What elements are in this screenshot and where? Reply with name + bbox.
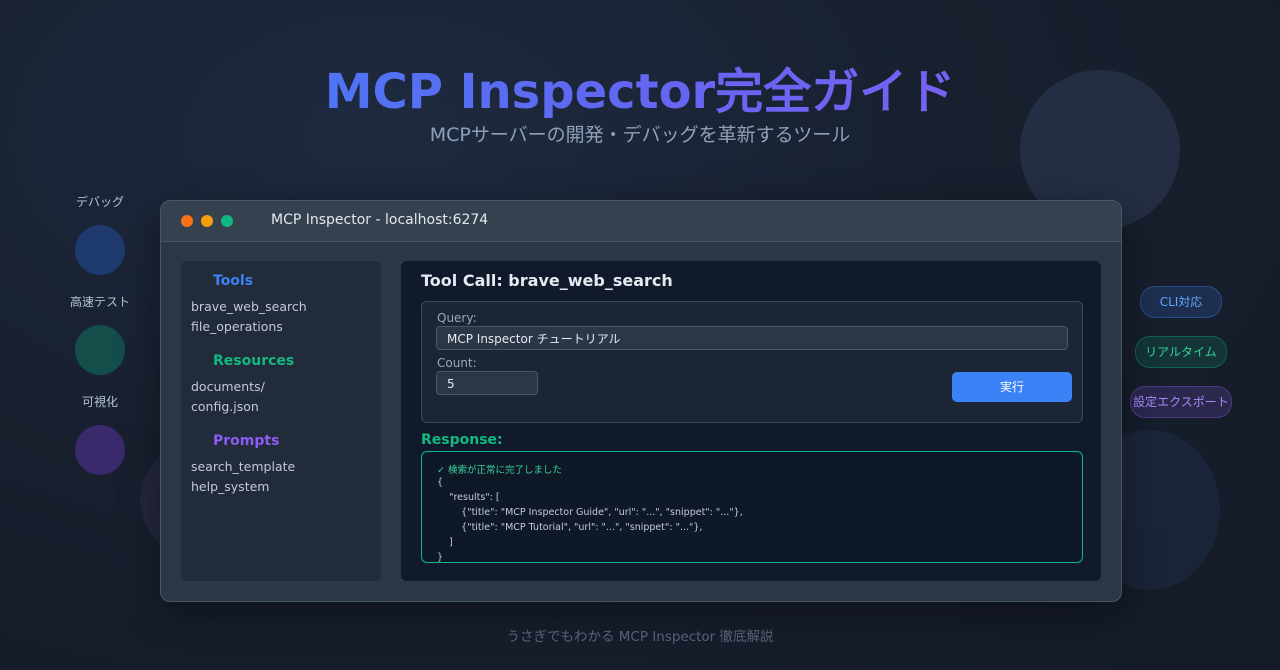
response-line: {"title": "MCP Tutorial", "url": "...", … — [437, 522, 703, 533]
visualize-icon — [75, 425, 125, 475]
maximize-window-button[interactable] — [221, 215, 233, 227]
sidebar-heading-prompts: Prompts — [213, 433, 280, 449]
hero-title: MCP Inspector完全ガイド — [0, 52, 1280, 122]
response-line: ] — [437, 537, 453, 548]
response-line: "results": [ — [437, 492, 500, 503]
window-titlebar: MCP Inspector - localhost:6274 — [161, 201, 1121, 242]
sidebar-item-config-json[interactable]: config.json — [191, 399, 259, 414]
badge-config-export: 設定エクスポート — [1130, 386, 1232, 418]
sidebar-heading-tools: Tools — [213, 273, 254, 289]
debug-icon — [75, 225, 125, 275]
sidebar-item-help-system[interactable]: help_system — [191, 479, 269, 494]
fast-test-icon — [75, 325, 125, 375]
response-label: Response: — [421, 432, 503, 448]
badge-realtime: リアルタイム — [1135, 336, 1227, 368]
close-window-button[interactable] — [181, 215, 193, 227]
window-title: MCP Inspector - localhost:6274 — [271, 212, 489, 228]
count-label: Count: — [437, 356, 477, 370]
sidebar-item-file-operations[interactable]: file_operations — [191, 319, 283, 334]
response-line: } — [437, 552, 444, 563]
response-output: ✓ 検索が正常に完了しました { "results": [ {"title": … — [421, 451, 1083, 563]
app-window: MCP Inspector - localhost:6274 Tools bra… — [160, 200, 1122, 602]
sidebar-heading-resources: Resources — [213, 353, 295, 369]
response-line: {"title": "MCP Inspector Guide", "url": … — [437, 507, 743, 518]
sidebar-item-documents[interactable]: documents/ — [191, 379, 265, 394]
sidebar-item-search-template[interactable]: search_template — [191, 459, 295, 474]
query-label: Query: — [437, 311, 477, 325]
sidebar-item-brave-web-search[interactable]: brave_web_search — [191, 299, 307, 314]
count-input[interactable]: 5 — [436, 371, 538, 395]
tool-call-panel: Tool Call: brave_web_search Query: MCP I… — [401, 261, 1101, 581]
tool-call-form: Query: MCP Inspector チュートリアル Count: 5 実行 — [421, 301, 1083, 423]
sidebar: Tools brave_web_search file_operations R… — [181, 261, 381, 581]
badge-cli-support: CLI対応 — [1140, 286, 1222, 318]
run-button[interactable]: 実行 — [952, 372, 1072, 402]
footer-caption: うさぎでもわかる MCP Inspector 徹底解説 — [506, 629, 774, 645]
tool-call-title: Tool Call: brave_web_search — [421, 271, 673, 290]
response-line: { — [437, 477, 444, 488]
response-status: ✓ 検索が正常に完了しました — [437, 465, 562, 476]
query-input[interactable]: MCP Inspector チュートリアル — [436, 326, 1068, 350]
minimize-window-button[interactable] — [201, 215, 213, 227]
hero-subtitle: MCPサーバーの開発・デバッグを革新するツール — [429, 124, 851, 146]
